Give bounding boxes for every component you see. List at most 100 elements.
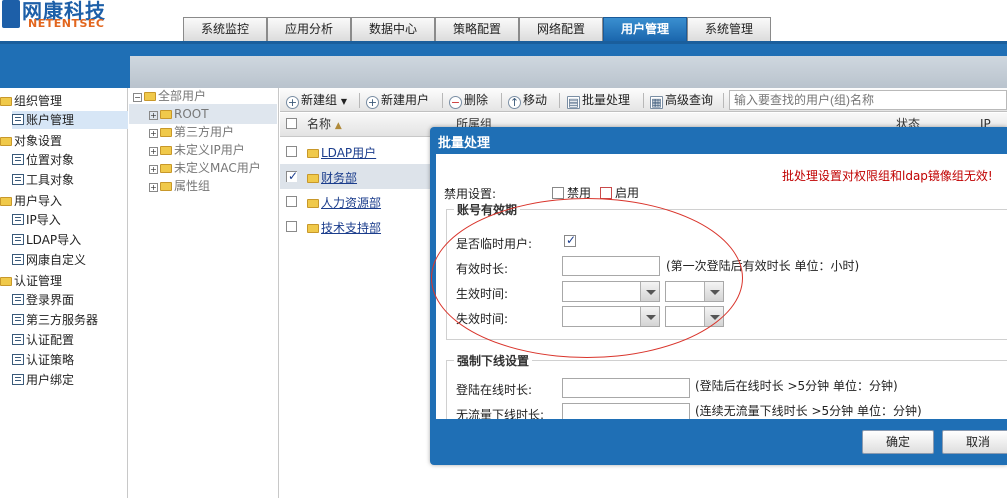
ok-button[interactable]: 确定 (862, 430, 934, 454)
row-name-link[interactable]: 人力资源部 (307, 194, 381, 211)
move-button[interactable]: ↑ 移动 (508, 88, 547, 112)
expand-icon[interactable]: + (149, 129, 158, 138)
document-icon (12, 114, 24, 125)
sidebar-section-object-settings[interactable]: 对象设置 (0, 132, 62, 150)
sidebar-item-user-binding[interactable]: 用户绑定 (12, 371, 74, 389)
online-duration-hint: (登陆后在线时长 >5分钟 单位：分钟) (695, 379, 898, 393)
idle-duration-hint: (连续无流量下线时长 >5分钟 单位：分钟) (695, 404, 922, 418)
document-icon (12, 254, 24, 265)
row-checkbox[interactable] (286, 169, 298, 183)
delete-button[interactable]: − 删除 (449, 88, 488, 112)
folder-icon (160, 164, 172, 173)
annotation-oval (431, 198, 743, 358)
brand-name-en: NETENTSEC (28, 17, 105, 30)
expand-icon[interactable]: + (149, 165, 158, 174)
disable-checkbox[interactable] (552, 187, 564, 199)
tab-network-config[interactable]: 网络配置 (519, 17, 603, 41)
group-tree-item-attribute[interactable]: + 属性组 (149, 177, 210, 195)
batch-process-button[interactable]: ▤ 批量处理 (567, 88, 630, 112)
group-tree-item-undefined-mac[interactable]: + 未定义MAC用户 (149, 159, 261, 177)
sort-asc-icon: ▲ (334, 121, 342, 131)
row-checkbox[interactable] (286, 146, 297, 157)
row-name-link[interactable]: 财务部 (307, 169, 357, 186)
sidebar-item-auth-config[interactable]: 认证配置 (12, 331, 74, 349)
tab-data-center[interactable]: 数据中心 (351, 17, 435, 41)
query-icon: ▦ (650, 96, 663, 109)
document-icon (12, 294, 24, 305)
search-input[interactable] (729, 90, 1007, 110)
sidebar-item-login-page[interactable]: 登录界面 (12, 291, 74, 309)
folder-icon (307, 224, 319, 233)
table-row[interactable]: LDAP用户 (280, 139, 435, 164)
table-row[interactable]: 技术支持部 (280, 214, 435, 239)
group-tree-item-third-party[interactable]: + 第三方用户 (149, 123, 234, 141)
warning-text: 批处理设置对权限组和ldap镜像组无效! (782, 169, 993, 183)
expand-icon[interactable]: + (149, 111, 158, 120)
advanced-query-button[interactable]: ▦ 高级查询 (650, 88, 713, 112)
sidebar-section-user-import[interactable]: 用户导入 (0, 192, 62, 210)
select-all-checkbox[interactable] (286, 113, 297, 137)
folder-icon (160, 182, 172, 191)
online-duration-label: 登陆在线时长: (456, 383, 533, 397)
plus-icon: + (366, 96, 379, 109)
content-header-bar (130, 56, 1007, 88)
sidebar-item-tool-object[interactable]: 工具对象 (12, 171, 74, 189)
tab-system-monitor[interactable]: 系统监控 (183, 17, 267, 41)
row-checkbox[interactable] (286, 196, 297, 207)
folder-icon (0, 197, 12, 206)
sidebar-item-third-party-server[interactable]: 第三方服务器 (12, 311, 98, 329)
collapse-icon[interactable]: − (133, 93, 142, 102)
folder-icon (160, 128, 172, 137)
sidebar-item-custom[interactable]: 网康自定义 (12, 251, 86, 269)
column-header-name[interactable]: 名称 ▲ (307, 113, 342, 137)
sidebar-item-ldap-import[interactable]: LDAP导入 (12, 231, 81, 249)
document-icon (12, 234, 24, 245)
tab-policy-config[interactable]: 策略配置 (435, 17, 519, 41)
tab-user-management[interactable]: 用户管理 (603, 17, 687, 41)
sidebar-item-account-management[interactable]: 账户管理 (12, 111, 128, 129)
table-row[interactable]: 人力资源部 (280, 189, 435, 214)
group-tree: − 全部用户 + ROOT + 第三方用户 + 未定义IP用户 + 未定义MAC用户 + 属… (129, 88, 279, 498)
row-checkbox[interactable] (286, 221, 297, 232)
expand-icon[interactable]: + (149, 147, 158, 156)
dialog-title: 批量处理 (438, 136, 491, 151)
group-tree-root[interactable]: − 全部用户 (133, 87, 206, 105)
online-duration-input[interactable] (562, 378, 690, 398)
disable-setting-label: 禁用设置: (444, 187, 497, 201)
document-icon (12, 354, 24, 365)
document-icon (12, 154, 24, 165)
tab-system-management[interactable]: 系统管理 (687, 17, 771, 41)
minus-icon: − (449, 96, 462, 109)
batch-icon: ▤ (567, 96, 580, 109)
tab-app-analysis[interactable]: 应用分析 (267, 17, 351, 41)
sidebar-section-org[interactable]: 组织管理 (0, 92, 62, 110)
table-row[interactable]: 财务部 (280, 164, 435, 189)
idle-duration-input[interactable] (562, 403, 690, 419)
row-name-link[interactable]: LDAP用户 (307, 144, 376, 161)
enable-checkbox[interactable] (600, 187, 612, 199)
folder-icon (0, 277, 12, 286)
plus-icon: + (286, 96, 299, 109)
sidebar-section-auth-management[interactable]: 认证管理 (0, 272, 62, 290)
document-icon (12, 374, 24, 385)
cancel-button[interactable]: 取消 (942, 430, 1007, 454)
chevron-down-icon[interactable]: ▼ (341, 97, 347, 106)
sidebar-item-ip-import[interactable]: IP导入 (12, 211, 61, 229)
expand-icon[interactable]: + (149, 183, 158, 192)
new-group-button[interactable]: + 新建组 ▼ (286, 88, 347, 112)
folder-icon (307, 199, 319, 208)
arrow-up-icon: ↑ (508, 96, 521, 109)
folder-icon (307, 149, 319, 158)
sidebar-item-auth-policy[interactable]: 认证策略 (12, 351, 74, 369)
main-tabs: 系统监控 应用分析 数据中心 策略配置 网络配置 用户管理 系统管理 (183, 17, 771, 41)
document-icon (12, 334, 24, 345)
document-icon (12, 214, 24, 225)
row-name-link[interactable]: 技术支持部 (307, 219, 381, 236)
sidebar-item-location-object[interactable]: 位置对象 (12, 151, 74, 169)
document-icon (12, 174, 24, 185)
group-tree-item-root[interactable]: + ROOT (149, 105, 209, 123)
sidebar-nav: 组织管理 账户管理 对象设置 位置对象 工具对象 用户导入 IP导入 LDAP导… (0, 88, 128, 498)
brand-logo: 网康科技 NETENTSEC (0, 0, 130, 40)
group-tree-item-undefined-ip[interactable]: + 未定义IP用户 (149, 141, 245, 159)
new-user-button[interactable]: + 新建用户 (366, 88, 429, 112)
